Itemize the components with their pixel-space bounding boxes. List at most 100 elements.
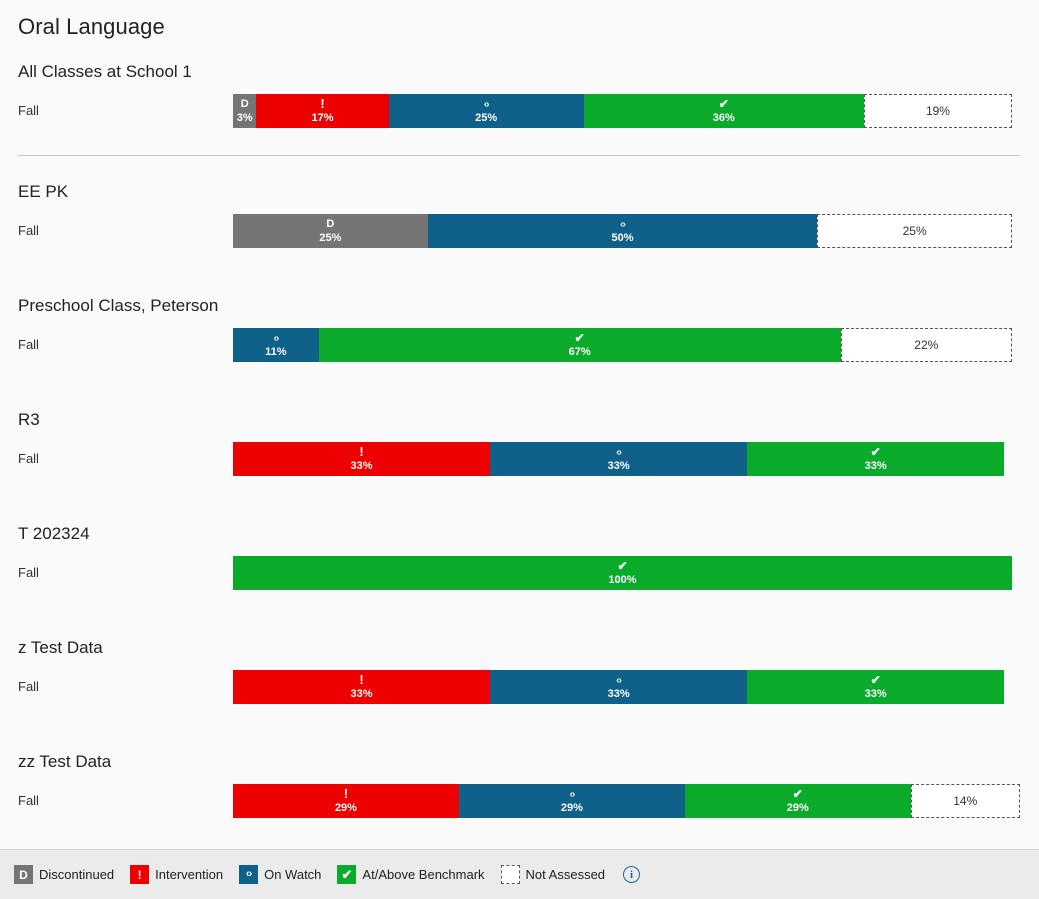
segment-value: 33%	[607, 687, 630, 700]
bar-segment-intervention[interactable]: ! 33%	[233, 670, 491, 704]
oral-language-report: Oral Language All Classes at School 1 Fal…	[0, 0, 1039, 899]
bar-segment-benchmark[interactable]: ✔ 29%	[684, 784, 911, 818]
term-label: Fall	[18, 793, 39, 808]
segment-onwatch-icon: ‹›	[616, 446, 622, 458]
info-icon[interactable]: i	[623, 866, 641, 883]
segment-value: 11%	[265, 345, 287, 358]
segment-onwatch-icon: ‹›	[569, 788, 576, 800]
segment-value: 25%	[319, 231, 342, 244]
bar-segment-notassessed[interactable]: 14%	[910, 784, 1020, 818]
bar-segment-notassessed[interactable]: 25%	[817, 214, 1012, 248]
segment-value: 33%	[864, 459, 887, 472]
legend-item-benchmark[interactable]: ✔ At/Above Benchmark	[337, 865, 485, 884]
segment-value: 100%	[608, 573, 637, 586]
segment-discontinued-icon: D	[240, 97, 249, 110]
legend-discontinued-icon: D	[14, 865, 33, 884]
bar-segment-benchmark[interactable]: ✔ 36%	[583, 94, 864, 128]
term-row: Fall D 3%! 17% ‹› 25% ✔ 36% 19%	[0, 94, 1039, 128]
segment-benchmark-icon: ✔	[574, 330, 585, 345]
bar-segment-notassessed[interactable]: 19%	[863, 94, 1012, 128]
segment-intervention-icon: !	[320, 95, 325, 111]
bar-segment-intervention[interactable]: ! 29%	[233, 784, 459, 818]
bar-segment-notassessed[interactable]: 22%	[840, 328, 1012, 362]
segment-benchmark-icon: ✔	[870, 672, 881, 687]
segment-value: 25%	[902, 224, 927, 238]
segment-value: 19%	[925, 104, 950, 118]
segment-value: 33%	[350, 687, 373, 700]
term-row: Fall! 33% ‹› 33% ✔ 33%	[0, 670, 1039, 704]
bar-segment-onwatch[interactable]: ‹› 50%	[427, 214, 818, 248]
legend-intervention-icon: !	[130, 865, 150, 884]
segment-value: 14%	[953, 794, 978, 808]
stacked-bar: ! 29% ‹› 29% ✔ 29% 14%	[233, 784, 1020, 818]
term-row: Fall D 25% ‹› 50% 25%	[0, 214, 1039, 248]
section-title: T 202324	[18, 524, 90, 543]
bar-segment-onwatch[interactable]: ‹› 29%	[458, 784, 685, 818]
segment-benchmark-icon: ✔	[870, 444, 881, 459]
bar-segment-onwatch[interactable]: ‹› 25%	[388, 94, 584, 128]
bar-segment-intervention[interactable]: ! 33%	[233, 442, 491, 476]
term-label: Fall	[18, 679, 39, 694]
term-row: Fall! 33% ‹› 33% ✔ 33%	[0, 442, 1039, 476]
segment-value: 33%	[350, 459, 373, 472]
section-title: R3	[18, 410, 40, 429]
segment-value: 50%	[611, 231, 634, 244]
segment-intervention-icon: !	[343, 785, 349, 801]
term-label: Fall	[18, 565, 39, 580]
section-title: All Classes at School 1	[18, 62, 192, 81]
bar-segment-discontinued[interactable]: D 25%	[233, 214, 428, 248]
segment-value: 25%	[475, 111, 498, 124]
segment-intervention-icon: !	[359, 671, 364, 687]
legend-item-onwatch[interactable]: ‹› On Watch	[239, 865, 321, 884]
segment-benchmark-icon: ✔	[792, 786, 803, 801]
term-row: Fall ‹› 11% ✔ 67% 22%	[0, 328, 1039, 362]
bar-segment-discontinued[interactable]: D 3%	[233, 94, 257, 128]
segment-benchmark-icon: ✔	[718, 96, 729, 111]
segment-discontinued-icon: D	[326, 217, 335, 230]
section-divider	[18, 155, 1020, 156]
segment-value: 22%	[914, 338, 939, 352]
segment-value: 67%	[568, 345, 591, 358]
term-label: Fall	[18, 223, 39, 238]
bar-segment-onwatch[interactable]: ‹› 33%	[490, 442, 748, 476]
bar-segment-benchmark[interactable]: ✔ 100%	[233, 556, 1012, 590]
segment-intervention-icon: !	[359, 443, 364, 459]
segment-value: 3%	[236, 111, 253, 124]
segment-value: 33%	[607, 459, 630, 472]
legend-item-discontinued[interactable]: D Discontinued	[14, 865, 114, 884]
term-label: Fall	[18, 103, 39, 118]
legend-item-notassessed[interactable]: Not Assessed	[500, 865, 606, 884]
segment-value: 29%	[560, 801, 583, 814]
segment-value: 29%	[786, 801, 809, 814]
term-label: Fall	[18, 337, 39, 352]
term-label: Fall	[18, 451, 39, 466]
legend-label: Not Assessed	[525, 867, 606, 882]
legend-label: At/Above Benchmark	[362, 867, 485, 882]
legend-benchmark-icon: ✔	[337, 865, 357, 884]
legend-onwatch-icon: ‹›	[239, 865, 259, 884]
legend-item-intervention[interactable]: ! Intervention	[130, 865, 223, 884]
segment-onwatch-icon: ‹›	[273, 332, 280, 344]
segment-value: 17%	[311, 111, 334, 124]
segment-value: 33%	[864, 687, 887, 700]
segment-benchmark-icon: ✔	[617, 558, 628, 573]
legend-notassessed-icon	[500, 865, 520, 884]
bar-segment-onwatch[interactable]: ‹› 33%	[490, 670, 748, 704]
term-row: Fall! 29% ‹› 29% ✔ 29% 14%	[0, 784, 1039, 818]
bar-segment-benchmark[interactable]: ✔ 33%	[747, 670, 1005, 704]
legend-label: On Watch	[264, 867, 322, 882]
segment-value: 29%	[334, 801, 357, 814]
bar-segment-onwatch[interactable]: ‹› 11%	[233, 328, 319, 362]
section-title: Preschool Class, Peterson	[18, 296, 219, 315]
legend-bar: D Discontinued! Intervention ‹› On Watch ✔ At/…	[0, 849, 1039, 899]
bar-segment-benchmark[interactable]: ✔ 67%	[318, 328, 841, 362]
segment-onwatch-icon: ‹›	[620, 218, 626, 230]
legend-label: Intervention	[155, 867, 224, 882]
section-title: EE PK	[18, 182, 69, 201]
stacked-bar: ✔ 100%	[233, 556, 1012, 590]
legend-label: Discontinued	[39, 867, 115, 882]
bar-segment-benchmark[interactable]: ✔ 33%	[747, 442, 1005, 476]
bar-segment-intervention[interactable]: ! 17%	[256, 94, 389, 128]
stacked-bar: ! 33% ‹› 33% ✔ 33%	[233, 442, 1012, 476]
term-row: Fall ✔ 100%	[0, 556, 1039, 590]
